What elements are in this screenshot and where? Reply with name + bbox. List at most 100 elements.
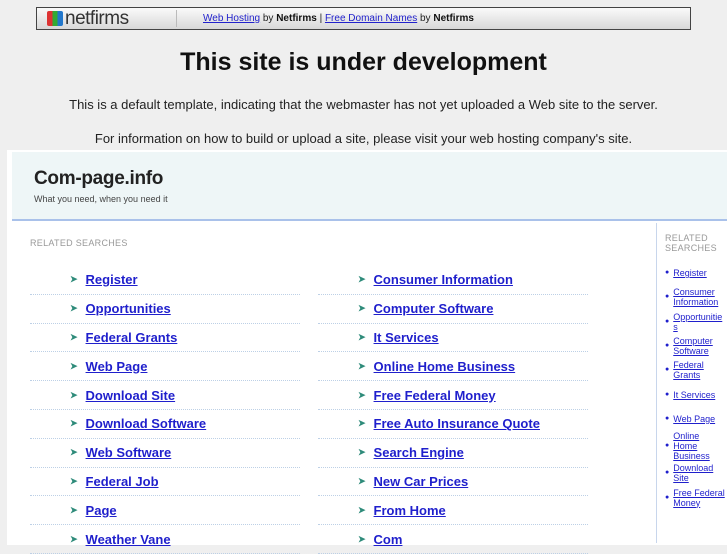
search-link[interactable]: Computer Software — [374, 301, 494, 316]
search-link[interactable]: Download Site — [86, 388, 176, 403]
netfirms-banner: netfirms Web Hosting by Netfirms | Free … — [36, 7, 691, 30]
netfirms-logo[interactable]: netfirms — [37, 7, 177, 29]
banner-links: Web Hosting by Netfirms | Free Domain Na… — [203, 13, 474, 24]
search-link[interactable]: From Home — [374, 503, 446, 518]
search-item: ➤ Federal Grants — [30, 324, 300, 353]
search-link[interactable]: Federal Grants — [86, 330, 178, 345]
page-title: This site is under development — [180, 48, 547, 76]
side-search-item: ● Consumer Information — [657, 285, 727, 309]
brand-text: Netfirms — [276, 13, 317, 24]
search-item: ➤ Consumer Information — [318, 266, 588, 295]
related-searches-main: RELATED SEARCHES ➤ Register ➤ Opportunities… — [12, 223, 656, 554]
bullet-icon: ● — [665, 442, 670, 450]
bullet-icon: ● — [665, 414, 670, 422]
arrow-icon: ➤ — [358, 504, 366, 515]
arrow-icon: ➤ — [358, 331, 366, 342]
search-item: ➤ Com — [318, 525, 588, 554]
side-search-item: ● Register — [657, 261, 727, 285]
side-search-link[interactable]: Computer Software — [673, 336, 725, 356]
arrow-icon: ➤ — [70, 504, 78, 515]
info-line-1: This is a default template, indicating t… — [69, 97, 658, 112]
search-item: ➤ Free Federal Money — [318, 381, 588, 410]
side-search-link[interactable]: Register — [673, 268, 707, 278]
netfirms-logo-icon — [47, 11, 63, 26]
search-link[interactable]: Download Software — [86, 416, 207, 431]
search-link[interactable]: Online Home Business — [374, 359, 516, 374]
side-search-link[interactable]: Download Site — [673, 463, 725, 483]
search-item: ➤ New Car Prices — [318, 468, 588, 497]
side-search-item: ● Federal Grants — [657, 358, 727, 382]
related-searches-side: RELATED SEARCHES ● Register ● Consumer Info… — [656, 223, 727, 543]
search-item: ➤ Web Page — [30, 352, 300, 382]
bullet-icon: ● — [665, 390, 670, 398]
site-name: Com-page.info — [34, 168, 164, 189]
site-tagline: What you need, when you need it — [34, 194, 168, 204]
side-search-link[interactable]: Web Page — [673, 414, 715, 424]
arrow-icon: ➤ — [70, 389, 78, 400]
arrow-icon: ➤ — [358, 360, 366, 371]
side-search-link[interactable]: Opportunities — [673, 312, 725, 332]
site-header: Com-page.info What you need, when you ne… — [12, 152, 727, 221]
search-link[interactable]: Page — [86, 503, 117, 518]
side-search-link[interactable]: It Services — [673, 390, 715, 400]
side-search-link[interactable]: Federal Grants — [673, 360, 725, 380]
search-item: ➤ Online Home Business — [318, 352, 588, 382]
arrow-icon: ➤ — [358, 303, 366, 314]
search-item: ➤ Page — [30, 496, 300, 526]
free-domain-link[interactable]: Free Domain Names — [325, 13, 417, 24]
arrow-icon: ➤ — [358, 475, 366, 486]
search-link[interactable]: Weather Vane — [86, 532, 171, 547]
search-link[interactable]: Consumer Information — [374, 272, 513, 287]
arrow-icon: ➤ — [70, 303, 78, 314]
search-link[interactable]: Register — [86, 272, 138, 287]
arrow-icon: ➤ — [70, 418, 78, 429]
side-search-link[interactable]: Free Federal Money — [673, 488, 725, 508]
search-link[interactable]: Opportunities — [86, 301, 171, 316]
search-item: ➤ Weather Vane — [30, 525, 300, 554]
web-hosting-link[interactable]: Web Hosting — [203, 13, 260, 24]
arrow-icon: ➤ — [358, 447, 366, 458]
arrow-icon: ➤ — [70, 360, 78, 371]
arrow-icon: ➤ — [358, 533, 366, 544]
search-link[interactable]: Com — [374, 532, 403, 547]
by-text: by — [262, 13, 274, 24]
search-item: ➤ Search Engine — [318, 439, 588, 468]
bullet-icon: ● — [665, 269, 670, 277]
related-searches-label: RELATED SEARCHES — [665, 233, 717, 253]
arrow-icon: ➤ — [70, 533, 78, 544]
arrow-icon: ➤ — [70, 274, 78, 285]
search-link[interactable]: Free Auto Insurance Quote — [374, 416, 540, 431]
search-item: ➤ Download Software — [30, 410, 300, 439]
side-search-link[interactable]: Consumer Information — [673, 287, 725, 307]
search-item: ➤ Federal Job — [30, 468, 300, 497]
search-link[interactable]: Federal Job — [86, 474, 159, 489]
search-item: ➤ Opportunities — [30, 295, 300, 324]
search-item: ➤ Download Site — [30, 381, 300, 410]
bullet-icon: ● — [665, 293, 670, 301]
search-item: ➤ Free Auto Insurance Quote — [318, 410, 588, 439]
search-link[interactable]: Search Engine — [374, 445, 464, 460]
by-text: by — [420, 13, 431, 24]
search-item: ➤ Computer Software — [318, 295, 588, 324]
side-search-item: ● Free Federal Money — [657, 485, 727, 509]
search-item: ➤ Register — [30, 266, 300, 295]
search-link[interactable]: Free Federal Money — [374, 388, 496, 403]
search-item: ➤ Web Software — [30, 439, 300, 468]
side-search-item: ● Opportunities — [657, 310, 727, 334]
arrow-icon: ➤ — [358, 389, 366, 400]
side-search-item: ● Online Home Business — [657, 431, 727, 461]
arrow-icon: ➤ — [70, 331, 78, 342]
search-link[interactable]: Web Software — [86, 445, 172, 460]
separator: | — [319, 13, 323, 24]
arrow-icon: ➤ — [70, 447, 78, 458]
search-item: ➤ From Home — [318, 496, 588, 526]
search-link[interactable]: It Services — [374, 330, 439, 345]
side-search-item: ● Computer Software — [657, 334, 727, 358]
search-link[interactable]: New Car Prices — [374, 474, 469, 489]
search-link[interactable]: Web Page — [86, 359, 148, 374]
side-search-link[interactable]: Online Home Business — [673, 431, 725, 461]
search-item: ➤ It Services — [318, 324, 588, 353]
logo-text: netfirms — [65, 7, 129, 29]
arrow-icon: ➤ — [358, 418, 366, 429]
parked-page-panel: Com-page.info What you need, when you ne… — [7, 150, 727, 554]
